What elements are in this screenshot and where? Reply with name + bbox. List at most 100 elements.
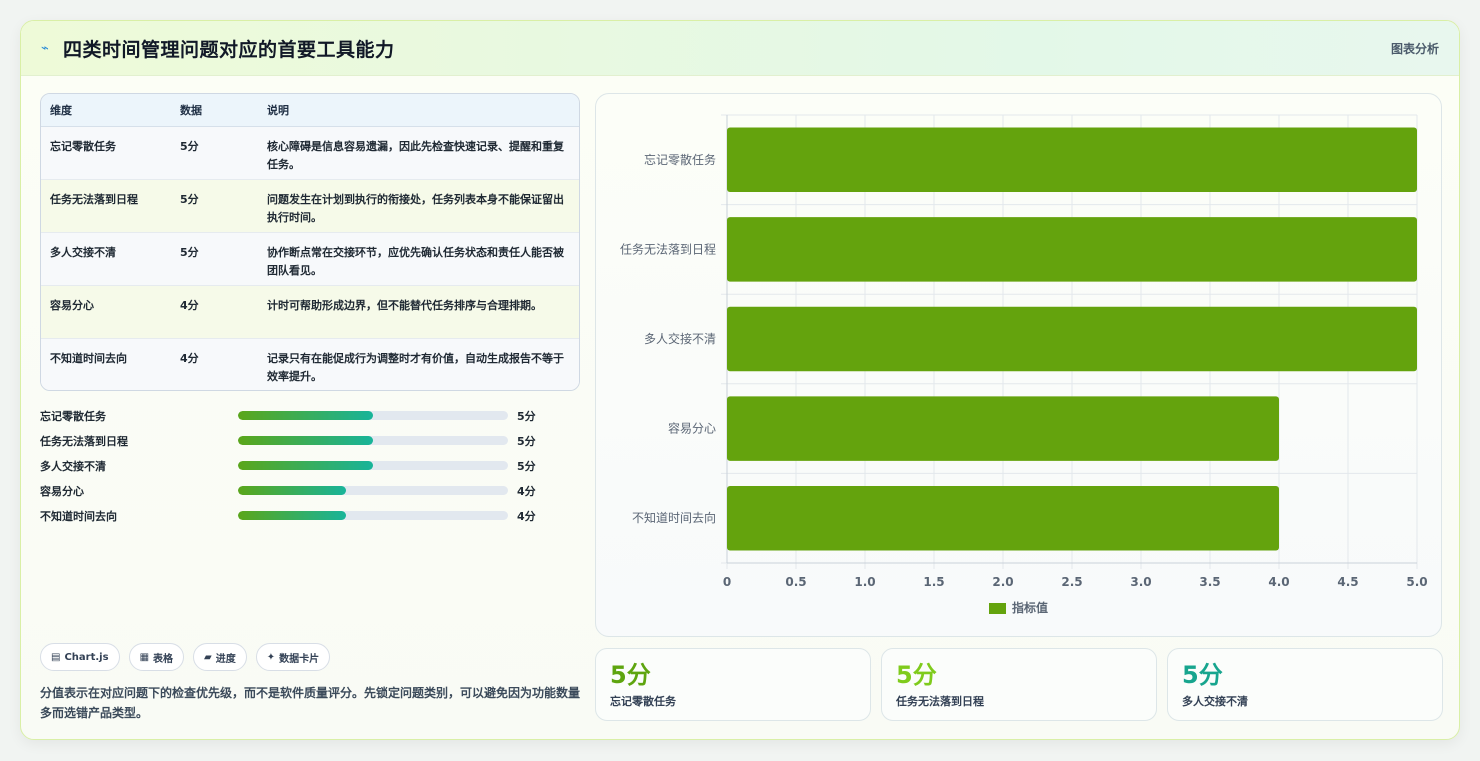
cell-dimension: 任务无法落到日程 xyxy=(50,193,138,206)
progress-track xyxy=(238,486,508,495)
tag-chip[interactable]: ▦ 表格 xyxy=(128,643,185,671)
cell-value: 5分 xyxy=(180,246,199,259)
cell-desc: 协作断点常在交接环节，应优先确认任务状态和责任人能否被团队看见。 xyxy=(267,246,564,277)
cell-value: 5分 xyxy=(180,193,199,206)
header-tag: 图表分析 xyxy=(1390,41,1439,56)
tag-chip[interactable]: ▤ Chart.js xyxy=(40,643,120,671)
y-tick-label: 容易分心 xyxy=(668,421,716,436)
col-header-desc: 说明 xyxy=(267,104,289,117)
chip-label: 表格 xyxy=(153,653,174,665)
chip-label: 进度 xyxy=(215,653,236,665)
stat-card: 5分忘记零散任务 xyxy=(595,648,871,721)
chart-svg: 0 0.5 1.0 1.5 2.0 2.5 3.0 3.5 4.0 4.5 5.0 忘记零散任务任务无… xyxy=(620,114,1428,615)
progress-track xyxy=(238,411,508,420)
tag-chip[interactable]: ▰ 进度 xyxy=(193,643,247,671)
y-tick-label: 不知道时间去向 xyxy=(632,510,716,525)
bar xyxy=(727,217,1417,282)
cell-value: 5分 xyxy=(180,140,199,153)
col-header-data: 数据 xyxy=(180,104,202,117)
progress-track xyxy=(238,436,508,445)
progress-row: 多人交接不清 5分 xyxy=(40,453,580,478)
progress-fill xyxy=(238,511,346,520)
progress-fill xyxy=(238,486,346,495)
table-row: 多人交接不清 5分 协作断点常在交接环节，应优先确认任务状态和责任人能否被团队看… xyxy=(41,233,579,286)
progress-row: 不知道时间去向 4分 xyxy=(40,503,580,528)
stat-number: 5分 xyxy=(610,661,651,689)
cell-value: 4分 xyxy=(180,299,199,312)
progress-row: 任务无法落到日程 5分 xyxy=(40,428,580,453)
bar xyxy=(727,396,1279,461)
cell-dimension: 不知道时间去向 xyxy=(50,352,127,365)
data-table: 维度 数据 说明 忘记零散任务 5分 核心障碍是信息容易遗漏，因此先检查快速记录… xyxy=(40,93,580,391)
page-title: 四类时间管理问题对应的首要工具能力 xyxy=(63,38,395,61)
x-tick-label: 4.5 xyxy=(1337,575,1358,589)
x-tick-label: 0.5 xyxy=(785,575,806,589)
legend-swatch xyxy=(989,603,1006,614)
x-tick-label: 1.0 xyxy=(854,575,875,589)
x-tick-label: 3.0 xyxy=(1130,575,1151,589)
x-tick-label: 2.0 xyxy=(992,575,1013,589)
progress-value: 4分 xyxy=(517,509,536,523)
chip-icon: ✦ xyxy=(266,651,276,663)
stat-caption: 多人交接不清 xyxy=(1182,695,1248,708)
chart-line-icon: ⌁ xyxy=(41,40,49,56)
chip-label: 数据卡片 xyxy=(279,653,320,665)
cell-desc: 计时可帮助形成边界，但不能替代任务排序与合理排期。 xyxy=(267,299,542,312)
cell-dimension: 容易分心 xyxy=(50,299,94,312)
bar xyxy=(727,306,1417,372)
stat-caption: 任务无法落到日程 xyxy=(896,695,984,708)
stat-caption: 忘记零散任务 xyxy=(610,695,676,708)
progress-label: 任务无法落到日程 xyxy=(40,434,128,448)
progress-fill xyxy=(238,436,373,445)
cell-desc: 核心障碍是信息容易遗漏，因此先检查快速记录、提醒和重复任务。 xyxy=(267,140,564,171)
progress-value: 5分 xyxy=(517,459,536,473)
table-row: 不知道时间去向 4分 记录只有在能促成行为调整时才有价值，自动生成报告不等于效率… xyxy=(41,339,579,390)
chip-icon: ▤ xyxy=(51,651,61,663)
progress-value: 4分 xyxy=(517,484,536,498)
table-row: 任务无法落到日程 5分 问题发生在计划到执行的衔接处，任务列表本身不能保证留出执… xyxy=(41,180,579,233)
stat-card: 5分多人交接不清 xyxy=(1167,648,1443,721)
stat-card: 5分任务无法落到日程 xyxy=(881,648,1157,721)
progress-fill xyxy=(238,411,373,420)
chip-label: Chart.js xyxy=(64,651,109,663)
progress-label: 忘记零散任务 xyxy=(40,409,106,423)
x-tick-label: 4.0 xyxy=(1268,575,1289,589)
chip-list: ▤ Chart.js ▦ 表格 ▰ 进度 ✦ 数据卡片 xyxy=(40,643,331,671)
progress-fill xyxy=(238,461,373,470)
stat-cards: 5分 忘记零散任务 5分 任务无法落到日程 5分 多人交接不清 xyxy=(595,648,1443,721)
cell-value: 4分 xyxy=(180,352,199,365)
progress-label: 不知道时间去向 xyxy=(40,509,117,523)
x-tick-label: 0 xyxy=(723,575,731,589)
progress-value: 5分 xyxy=(517,434,536,448)
x-tick-label: 2.5 xyxy=(1061,575,1082,589)
chip-icon: ▦ xyxy=(139,651,150,663)
cell-dimension: 忘记零散任务 xyxy=(50,140,116,153)
y-tick-label: 任务无法落到日程 xyxy=(620,241,716,256)
progress-value: 5分 xyxy=(517,409,536,423)
main-card: ⌁ 四类时间管理问题对应的首要工具能力 图表分析 维度 数据 说明 忘记零散任务… xyxy=(20,20,1460,740)
y-tick-label: 多人交接不清 xyxy=(644,331,716,346)
progress-label: 多人交接不清 xyxy=(40,459,106,473)
legend-label: 指标值 xyxy=(1012,600,1048,615)
y-tick-label: 忘记零散任务 xyxy=(644,152,716,167)
progress-list: 忘记零散任务 5分 任务无法落到日程 5分 多人交接不清 5分 容易分心 4分 不知道时间去向 4… xyxy=(40,403,580,528)
progress-row: 忘记零散任务 5分 xyxy=(40,403,580,428)
table-row: 容易分心 4分 计时可帮助形成边界，但不能替代任务排序与合理排期。 xyxy=(41,286,579,339)
progress-label: 容易分心 xyxy=(40,484,84,498)
stat-number: 5分 xyxy=(1182,661,1223,689)
progress-track xyxy=(238,511,508,520)
progress-row: 容易分心 4分 xyxy=(40,478,580,503)
card-header: ⌁ 四类时间管理问题对应的首要工具能力 图表分析 xyxy=(21,21,1459,76)
table-header: 维度 数据 说明 xyxy=(41,94,579,127)
cell-dimension: 多人交接不清 xyxy=(50,246,116,259)
col-header-dimension: 维度 xyxy=(50,104,72,117)
bar xyxy=(727,485,1279,551)
x-tick-label: 3.5 xyxy=(1199,575,1220,589)
bar xyxy=(727,127,1417,193)
chip-icon: ▰ xyxy=(204,651,212,663)
cell-desc: 问题发生在计划到执行的衔接处，任务列表本身不能保证留出执行时间。 xyxy=(267,193,564,224)
footnote: 分值表示在对应问题下的检查优先级，而不是软件质量评分。先锁定问题类别，可以避免因… xyxy=(40,686,581,720)
tag-chip[interactable]: ✦ 数据卡片 xyxy=(255,643,331,671)
stat-number: 5分 xyxy=(896,661,937,689)
progress-track xyxy=(238,461,508,470)
